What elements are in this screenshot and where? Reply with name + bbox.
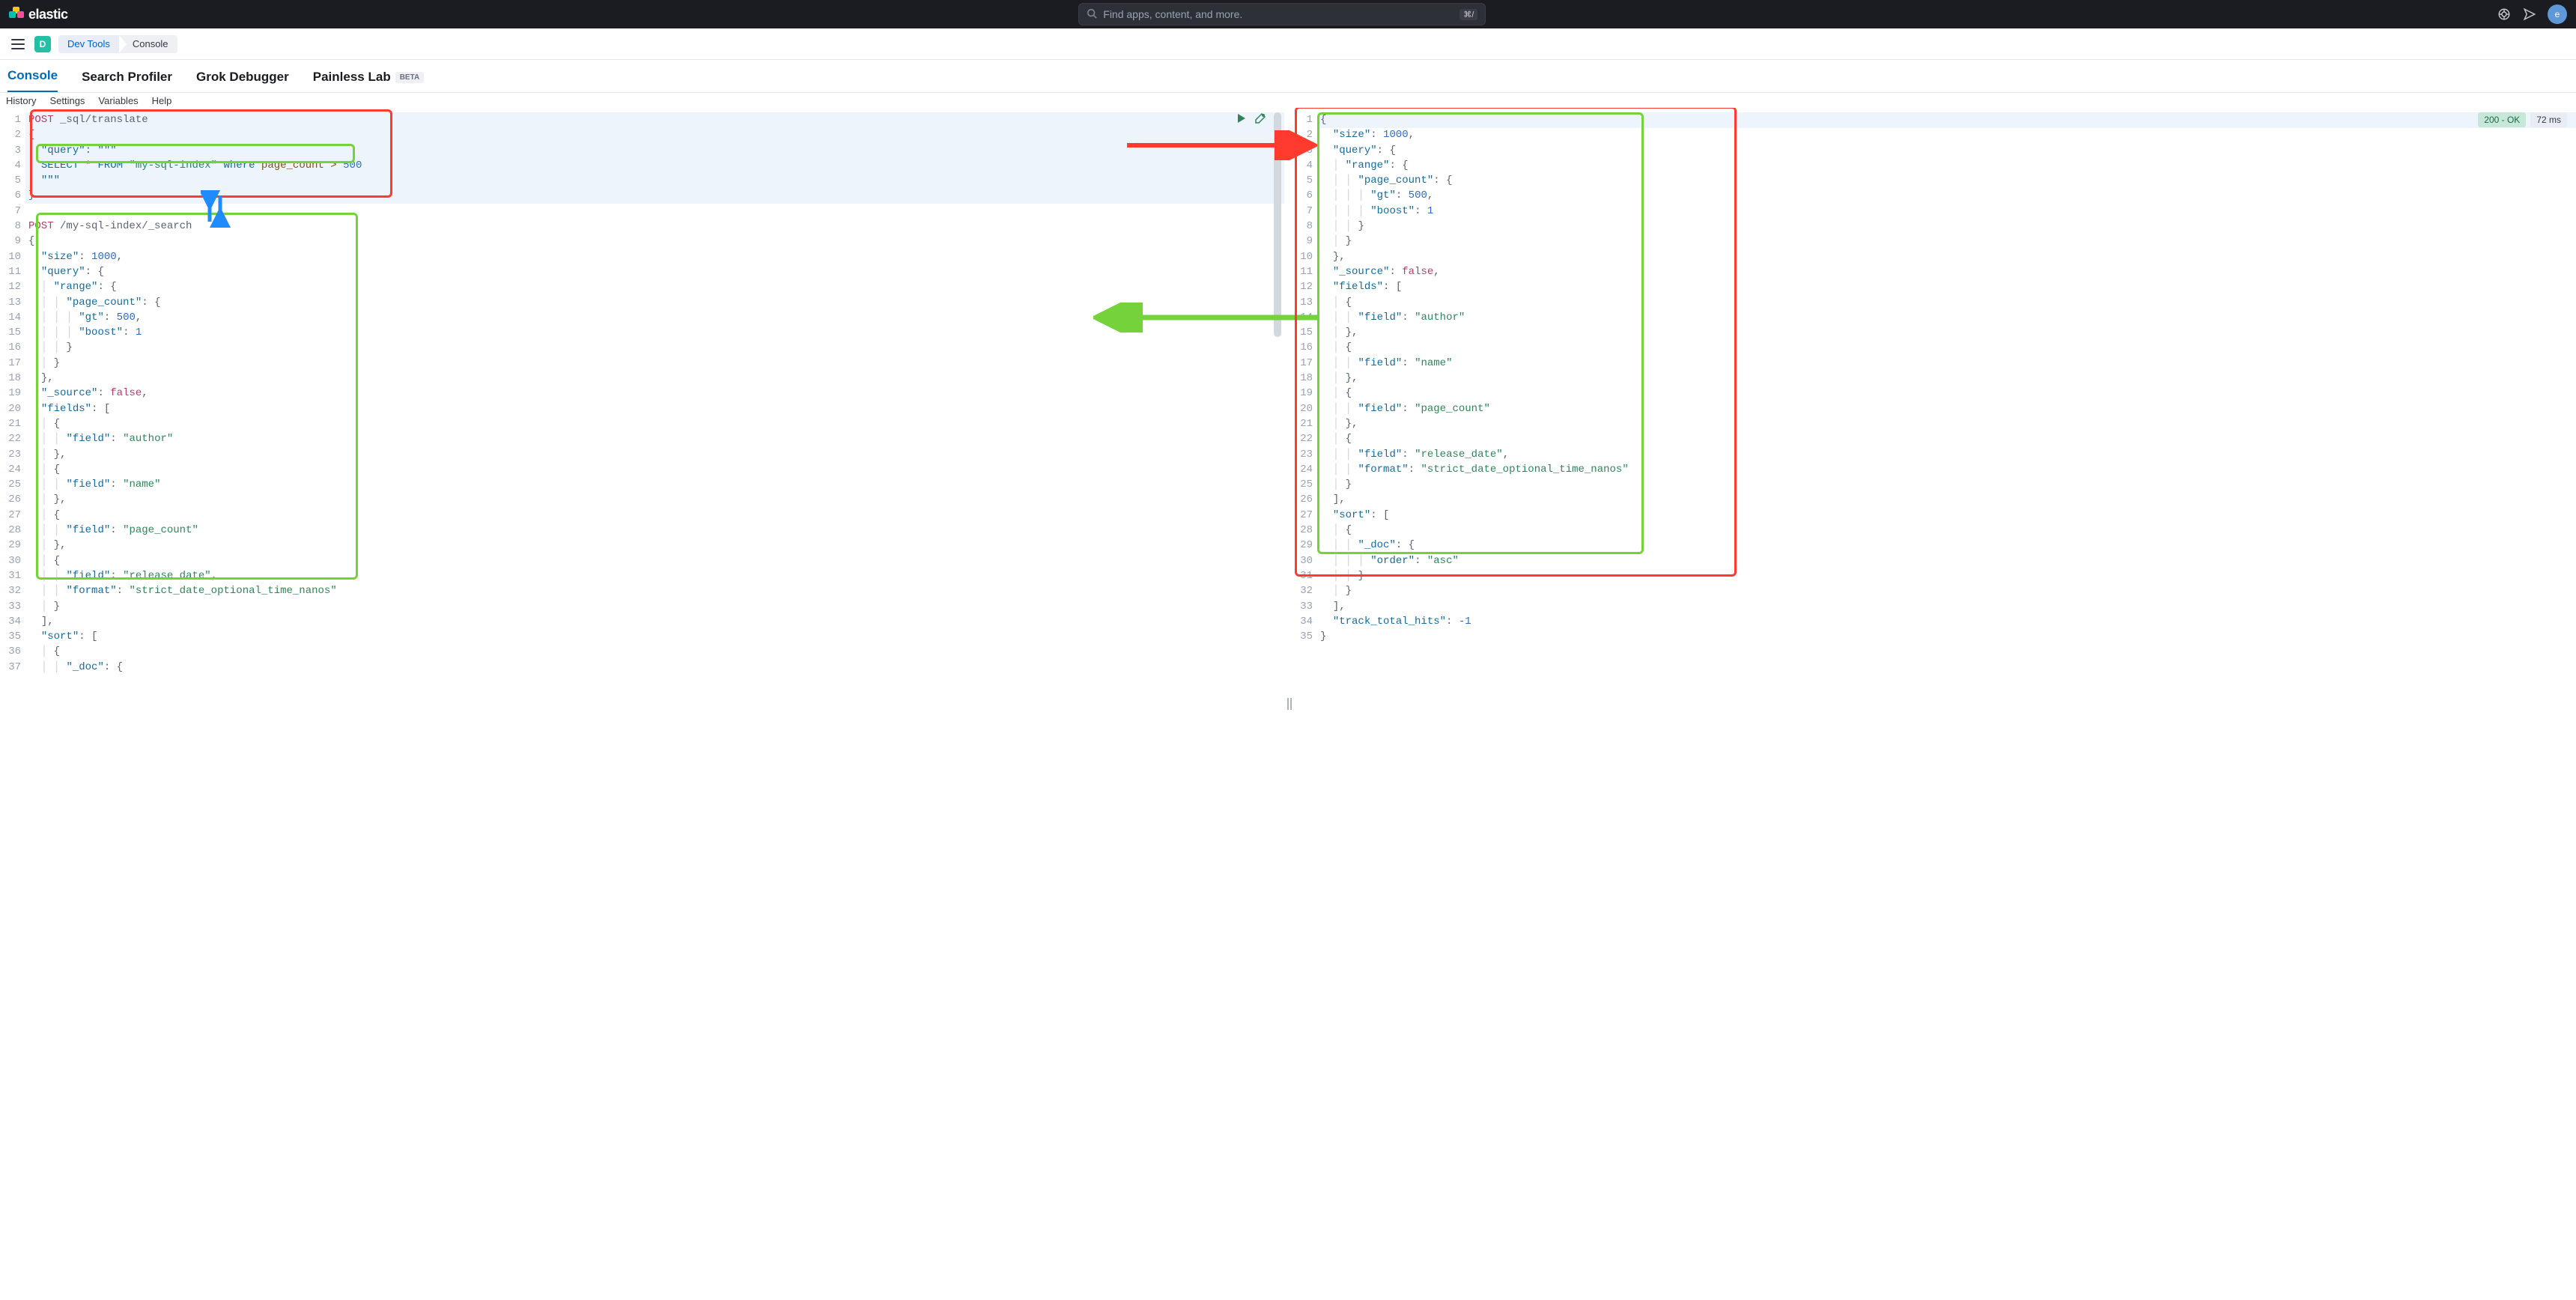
line-gutter: 1234567891011121314151617181920212223242… <box>0 108 25 1300</box>
search-icon <box>1087 8 1097 21</box>
devtools-tabs: Console Search Profiler Grok Debugger Pa… <box>0 60 2576 93</box>
brand-logo[interactable]: elastic <box>9 7 68 22</box>
global-search-input[interactable]: Find apps, content, and more. ⌘/ <box>1078 3 1486 25</box>
tab-search-profiler[interactable]: Search Profiler <box>82 70 172 92</box>
help-icon[interactable] <box>2497 7 2512 22</box>
subnav-help[interactable]: Help <box>152 95 172 106</box>
tab-grok-debugger[interactable]: Grok Debugger <box>196 70 289 92</box>
tab-painless-lab[interactable]: Painless LabBETA <box>313 70 424 92</box>
request-toolbar <box>1235 112 1266 128</box>
status-time-badge: 72 ms <box>2530 112 2567 127</box>
search-shortcut: ⌘/ <box>1459 9 1477 20</box>
request-code[interactable]: POST _sql/translate{ "query": """ SELECT… <box>25 108 1284 1300</box>
response-code[interactable]: { "size": 1000, "query": { │ "range": { … <box>1317 108 2576 1300</box>
brand-text: elastic <box>28 7 68 22</box>
subnav-history[interactable]: History <box>6 95 36 106</box>
line-gutter: 1234567891011121314151617181920212223242… <box>1292 108 1317 1300</box>
tab-console[interactable]: Console <box>7 68 58 92</box>
breadcrumb: Dev Tools Console <box>58 35 177 53</box>
global-header: elastic Find apps, content, and more. ⌘/… <box>0 0 2576 28</box>
subnav-settings[interactable]: Settings <box>49 95 85 106</box>
breadcrumb-console[interactable]: Console <box>119 35 177 53</box>
response-pane: 200 - OK 72 ms 1234567891011121314151617… <box>1292 108 2576 1300</box>
status-code-badge: 200 - OK <box>2478 112 2526 127</box>
run-request-button[interactable] <box>1235 112 1247 128</box>
pane-divider[interactable] <box>1284 108 1292 1300</box>
space-selector[interactable]: D <box>34 36 51 52</box>
elastic-logo-icon <box>9 7 24 22</box>
request-pane: 1234567891011121314151617181920212223242… <box>0 108 1284 1300</box>
response-status: 200 - OK 72 ms <box>2478 112 2567 127</box>
nav-toggle-button[interactable] <box>9 35 27 53</box>
breadcrumb-devtools[interactable]: Dev Tools <box>58 35 119 53</box>
beta-badge: BETA <box>395 72 424 83</box>
response-editor[interactable]: 1234567891011121314151617181920212223242… <box>1292 108 2576 1300</box>
search-placeholder: Find apps, content, and more. <box>1103 8 1242 20</box>
subnav-variables[interactable]: Variables <box>98 95 138 106</box>
request-options-button[interactable] <box>1254 112 1266 128</box>
newsfeed-icon[interactable] <box>2522 7 2537 22</box>
breadcrumb-bar: D Dev Tools Console <box>0 28 2576 60</box>
console-workspace: 1234567891011121314151617181920212223242… <box>0 108 2576 1300</box>
user-avatar[interactable]: e <box>2548 4 2567 24</box>
console-subnav: History Settings Variables Help <box>0 93 2576 108</box>
request-editor[interactable]: 1234567891011121314151617181920212223242… <box>0 108 1284 1300</box>
